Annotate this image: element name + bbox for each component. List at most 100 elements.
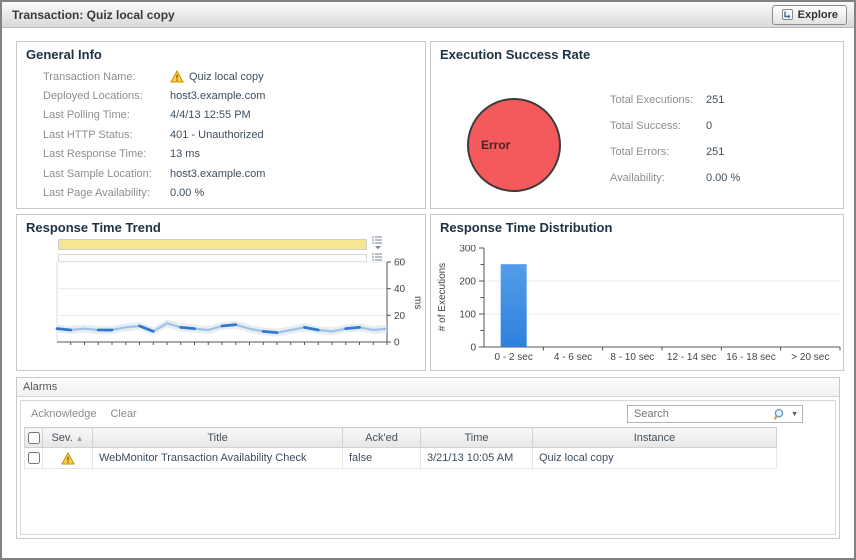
- column-header-severity[interactable]: Sev. ▲: [43, 428, 93, 448]
- app-window: Transaction: Quiz local copy Explore Gen…: [0, 0, 856, 560]
- alarms-title: Alarms: [23, 381, 57, 393]
- column-header-acked[interactable]: Ack'ed: [343, 428, 421, 448]
- alarm-time-cell: 3/21/13 10:05 AM: [421, 448, 533, 469]
- column-header-title[interactable]: Title: [93, 428, 343, 448]
- alarms-title-bar: Alarms: [17, 378, 839, 397]
- info-value: host3.example.com: [170, 89, 265, 103]
- y-axis-title: ms: [412, 296, 423, 309]
- select-all-checkbox[interactable]: [28, 432, 40, 444]
- explore-label: Explore: [798, 9, 838, 21]
- info-label: Deployed Locations:: [43, 89, 170, 103]
- trend-line-segment: [181, 327, 195, 328]
- stat-row: Availability: 0.00 %: [610, 172, 740, 185]
- pie-slice-label: Error: [469, 138, 510, 152]
- info-value: Quiz local copy: [170, 70, 264, 84]
- execution-success-rate-panel: Execution Success Rate Error Total Execu…: [430, 41, 844, 209]
- panel-title: Response Time Trend: [17, 215, 425, 235]
- page-header: Transaction: Quiz local copy Explore: [2, 2, 854, 28]
- select-all-cell: [25, 428, 43, 448]
- chart-menu-icon[interactable]: [371, 235, 385, 250]
- info-label: Last Page Availability:: [43, 186, 170, 200]
- trend-line-segment: [263, 331, 277, 332]
- warning-icon: [170, 70, 184, 83]
- row-select-cell: [25, 448, 43, 469]
- stat-label: Total Errors:: [610, 146, 706, 159]
- x-tick-label: 0 - 2 sec: [494, 352, 532, 363]
- alarm-title-cell: WebMonitor Transaction Availability Chec…: [93, 448, 343, 469]
- info-row: Deployed Locations: host3.example.com: [17, 86, 425, 105]
- trend-line-segment: [346, 327, 360, 328]
- info-row: Last Response Time: 13 ms: [17, 145, 425, 164]
- y-axis-title: # of Executions: [437, 263, 448, 331]
- explore-icon: [781, 8, 794, 21]
- sort-ascending-icon: ▲: [76, 434, 84, 443]
- alarm-instance-cell: Quiz local copy: [533, 448, 777, 469]
- stat-value: 0: [706, 120, 712, 133]
- alarms-table: Sev. ▲ Title Ack'ed Time Instance: [24, 427, 777, 469]
- search-box: ▼: [627, 405, 803, 423]
- y-tick-label: 40: [394, 284, 406, 295]
- x-tick-label: 12 - 14 sec: [667, 352, 716, 363]
- alarms-toolbar: Acknowledge Clear ▼: [21, 401, 835, 427]
- info-label: Last HTTP Status:: [43, 128, 170, 142]
- info-label: Last Sample Location:: [43, 167, 170, 181]
- info-value: 401 - Unauthorized: [170, 128, 264, 142]
- search-icon[interactable]: [773, 408, 787, 421]
- column-header-instance[interactable]: Instance: [533, 428, 777, 448]
- column-label: Sev.: [51, 432, 72, 444]
- explore-button[interactable]: Explore: [772, 5, 847, 25]
- y-tick-label: 0: [394, 338, 400, 349]
- alarms-panel: Alarms Acknowledge Clear ▼: [16, 377, 840, 539]
- column-header-time[interactable]: Time: [421, 428, 533, 448]
- acknowledge-button[interactable]: Acknowledge: [31, 408, 96, 420]
- response-time-trend-panel: Response Time Trend: [16, 214, 426, 371]
- info-row: Last Polling Time: 4/4/13 12:55 PM: [17, 106, 425, 125]
- bar: [501, 264, 527, 347]
- stat-value: 251: [706, 94, 724, 107]
- alarms-body: Acknowledge Clear ▼: [20, 400, 836, 535]
- dashboard-content: General Info Transaction Name:: [2, 28, 854, 539]
- page-title: Transaction: Quiz local copy: [9, 8, 175, 22]
- distribution-bar-chart: 0100200300# of Executions0 - 2 sec4 - 6 …: [431, 245, 843, 365]
- stat-row: Total Executions: 251: [610, 94, 740, 107]
- x-tick-label: 8 - 10 sec: [610, 352, 654, 363]
- trend-line-chart: 0204060ms: [17, 258, 425, 370]
- info-row: Last Sample Location: host3.example.com: [17, 164, 425, 183]
- search-input[interactable]: [632, 407, 773, 421]
- warning-icon: [61, 452, 75, 465]
- info-value: 0.00 %: [170, 186, 204, 200]
- y-tick-label: 100: [459, 310, 476, 321]
- transaction-name: Quiz local copy: [189, 70, 264, 84]
- info-value: 4/4/13 12:55 PM: [170, 108, 251, 122]
- info-label: Transaction Name:: [43, 70, 170, 84]
- y-tick-label: 20: [394, 311, 406, 322]
- x-tick-label: 16 - 18 sec: [726, 352, 775, 363]
- info-row: Last Page Availability: 0.00 %: [17, 183, 425, 202]
- panel-title: Response Time Distribution: [431, 215, 843, 235]
- y-tick-label: 200: [459, 277, 476, 288]
- stat-value: 251: [706, 146, 724, 159]
- panel-title: General Info: [17, 42, 425, 62]
- search-options-arrow-icon[interactable]: ▼: [791, 411, 798, 418]
- panel-title: Execution Success Rate: [431, 42, 843, 62]
- execution-stats: Total Executions: 251 Total Success: 0 T…: [610, 94, 740, 198]
- info-row: Transaction Name: Quiz local copy: [17, 67, 425, 86]
- info-value: 13 ms: [170, 147, 200, 161]
- response-time-distribution-panel: Response Time Distribution 0100200300# o…: [430, 214, 844, 371]
- panel-grid: General Info Transaction Name:: [16, 41, 840, 371]
- trend-line-segment: [57, 329, 71, 330]
- row-checkbox[interactable]: [28, 452, 40, 464]
- alarm-acked-cell: false: [343, 448, 421, 469]
- clear-button[interactable]: Clear: [110, 408, 136, 420]
- general-info-list: Transaction Name: Quiz local copy: [17, 67, 425, 203]
- alarm-row[interactable]: WebMonitor Transaction Availability Chec…: [25, 448, 777, 469]
- info-label: Last Polling Time:: [43, 108, 170, 122]
- info-row: Last HTTP Status: 401 - Unauthorized: [17, 125, 425, 144]
- stat-row: Total Errors: 251: [610, 146, 740, 159]
- y-tick-label: 300: [459, 245, 476, 255]
- info-label: Last Response Time:: [43, 147, 170, 161]
- info-value: host3.example.com: [170, 167, 265, 181]
- x-tick-label: 4 - 6 sec: [554, 352, 592, 363]
- stat-value: 0.00 %: [706, 172, 740, 185]
- alarms-header-row: Sev. ▲ Title Ack'ed Time Instance: [25, 428, 777, 448]
